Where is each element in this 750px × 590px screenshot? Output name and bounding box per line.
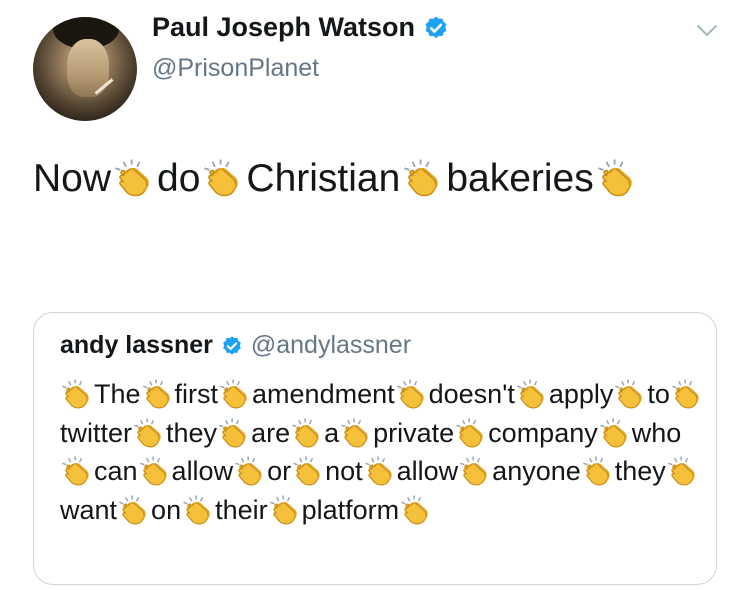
quoted-word: who — [631, 417, 682, 448]
tweet-word: do — [157, 157, 201, 200]
tweet-word: Now — [33, 157, 112, 200]
clapping-hands-icon — [134, 417, 161, 447]
clapping-hands-icon — [396, 379, 424, 409]
clapping-hands-icon — [219, 417, 246, 447]
clapping-hands-icon — [597, 159, 632, 197]
clapping-hands-icon — [404, 159, 439, 197]
clapping-hands-icon — [235, 456, 262, 486]
clapping-hands-icon — [364, 456, 392, 486]
quoted-word: anyone — [492, 456, 581, 486]
tweet-word: bakeries — [446, 157, 594, 200]
clapping-hands-icon — [599, 417, 627, 447]
quoted-word: want — [60, 494, 118, 525]
clapping-hands-icon — [401, 494, 428, 524]
quoted-word: allow — [396, 456, 459, 486]
clapping-hands-icon — [142, 379, 170, 409]
quoted-word: they — [166, 417, 218, 448]
author-name-row[interactable]: Paul Joseph Watson — [152, 12, 449, 43]
quoted-word: apply — [548, 379, 614, 409]
quoted-author-display-name: andy lassner — [60, 331, 213, 359]
author-avatar[interactable] — [33, 17, 137, 121]
quoted-tweet-header: andy lassner @andylassner — [60, 331, 411, 360]
quoted-word: or — [267, 456, 292, 486]
clapping-hands-icon — [582, 456, 610, 486]
quoted-word: a — [324, 417, 340, 448]
clapping-hands-icon — [672, 379, 699, 409]
clapping-hands-icon — [615, 379, 643, 409]
clapping-hands-icon — [293, 456, 320, 486]
quoted-word: private — [373, 417, 455, 448]
clapping-hands-icon — [62, 456, 89, 486]
quoted-word: they — [614, 456, 666, 486]
verified-badge-icon — [425, 16, 447, 38]
tweet-word: Christian — [246, 157, 401, 200]
clapping-hands-icon — [220, 379, 247, 409]
author-display-name[interactable]: Paul Joseph Watson — [152, 12, 415, 43]
quoted-word: first — [174, 379, 219, 409]
clapping-hands-icon — [269, 494, 297, 524]
clapping-hands-icon — [115, 159, 149, 197]
quoted-word: can — [94, 456, 138, 486]
quoted-word: are — [251, 417, 291, 448]
quoted-word: The — [94, 379, 141, 409]
quoted-word: on — [151, 494, 182, 525]
clapping-hands-icon — [668, 456, 695, 486]
clapping-hands-icon — [62, 379, 89, 409]
clapping-hands-icon — [456, 417, 483, 447]
clapping-hands-icon — [183, 494, 210, 524]
quoted-tweet-text: The first amendment doesn't apply to twitter th… — [60, 375, 710, 529]
quoted-word: company — [488, 417, 598, 448]
quoted-word: platform — [301, 494, 400, 525]
clapping-hands-icon — [341, 417, 368, 447]
clapping-hands-icon — [460, 456, 487, 486]
clapping-hands-icon — [119, 494, 146, 524]
quoted-word: to — [647, 379, 670, 409]
clapping-hands-icon — [292, 417, 319, 447]
quoted-author-handle: @andylassner — [250, 331, 412, 359]
quoted-word: their — [215, 494, 268, 525]
quoted-word: not — [325, 456, 363, 486]
quoted-word: amendment — [252, 379, 395, 409]
clapping-hands-icon — [204, 159, 239, 197]
clapping-hands-icon — [517, 379, 544, 409]
verified-badge-icon — [223, 335, 241, 355]
quoted-tweet-card[interactable]: andy lassner @andylassner The first amendm… — [33, 312, 717, 585]
tweet-text: Now do Christian bakeries — [33, 150, 723, 208]
chevron-down-icon[interactable] — [696, 24, 718, 38]
clapping-hands-icon — [139, 456, 167, 486]
quoted-word: allow — [171, 456, 234, 486]
author-handle[interactable]: @PrisonPlanet — [152, 54, 319, 83]
quoted-word: twitter — [60, 417, 133, 448]
quoted-word: doesn't — [428, 379, 515, 409]
